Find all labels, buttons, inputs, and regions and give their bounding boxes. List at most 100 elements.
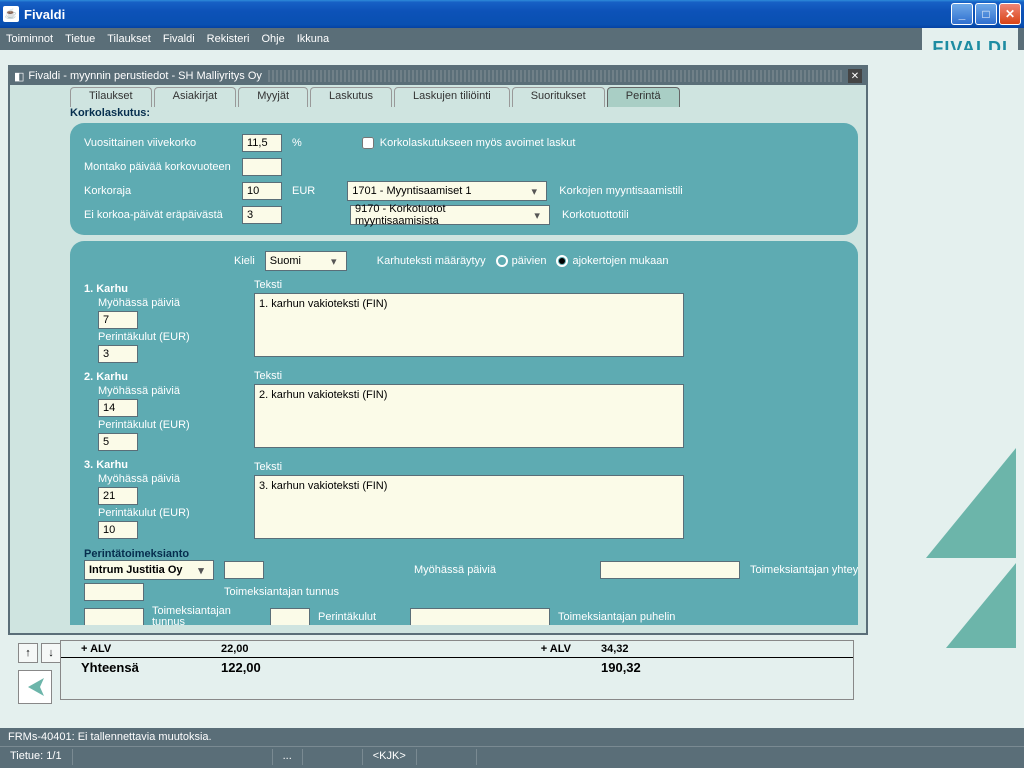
menu-tietue[interactable]: Tietue [65,33,95,45]
karhu2-text-input[interactable] [254,384,684,448]
perinta-provider-select[interactable]: Intrum Justitia Oy▾ [84,560,214,580]
viivekorko-label: Vuosittainen viivekorko [84,137,242,149]
tab-suoritukset[interactable]: Suoritukset [512,87,605,107]
karhu1-cost-label: Perintäkulut (EUR) [98,331,244,343]
chevron-down-icon: ▾ [326,255,342,268]
karhu1-cost-input[interactable] [98,345,138,363]
karhu2-late-label: Myöhässä päiviä [98,385,244,397]
menu-ikkuna[interactable]: Ikkuna [297,33,329,45]
window-title: Fivaldi [24,7,951,22]
karhu2-cost-input[interactable] [98,433,138,451]
karhu3-text-label: Teksti [254,461,844,473]
window-titlebar: ☕ Fivaldi _ □ ✕ [0,0,1024,28]
karhu-panel: Kieli Suomi▾ Karhuteksti määräytyy päivi… [70,241,858,625]
korkolaskutus-panel: Vuosittainen viivekorko % Korkolaskutuks… [70,123,858,235]
perinta-title: Perintätoimeksianto [84,548,844,560]
karhu2-late-input[interactable] [98,399,138,417]
perinta-late-small[interactable] [224,561,264,579]
karhu1-late-label: Myöhässä päiviä [98,297,244,309]
karhu3-cost-input[interactable] [98,521,138,539]
menu-rekisteri[interactable]: Rekisteri [207,33,250,45]
viivekorko-input[interactable] [242,134,282,152]
close-button[interactable]: ✕ [999,3,1021,25]
karhu1-late-input[interactable] [98,311,138,329]
myyntisaamistili-select[interactable]: 1701 - Myyntisaamiset 1▾ [347,181,547,201]
korkoraja-input[interactable] [242,182,282,200]
karhu1-title: 1. Karhu [84,283,244,295]
chevron-down-icon: ▾ [526,185,542,198]
eikorkoa-label: Ei korkoa-päivät eräpäivästä [84,209,242,221]
inner-titlebar: ◧ Fivaldi - myynnin perustiedot - SH Mal… [10,67,866,85]
alv-value1: 22,00 [221,643,371,655]
korkoraja-label: Korkoraja [84,185,242,197]
karhu1-text-input[interactable] [254,293,684,357]
inner-window-title: Fivaldi - myynnin perustiedot - SH Malli… [28,70,262,82]
alv-value2: 34,32 [601,643,629,655]
down-icon[interactable]: ↓ [41,643,61,663]
eikorkoa-input[interactable] [242,206,282,224]
karhu3-title: 3. Karhu [84,459,244,471]
decor-shape [896,448,1016,668]
kieli-select[interactable]: Suomi▾ [265,251,347,271]
tunnus-label: Toimeksiantajan tunnus [152,606,262,625]
tab-tilaukset[interactable]: Tilaukset [70,87,152,107]
status-tietue: Tietue: 1/1 [0,749,73,765]
inner-close-button[interactable]: ✕ [848,69,862,83]
tab-laskutus[interactable]: Laskutus [310,87,392,107]
myyntisaamistili-label: Korkojen myyntisaamistili [559,185,682,197]
karhu3-text-input[interactable] [254,475,684,539]
karhu1-text-label: Teksti [254,279,844,291]
korkovuoteen-input[interactable] [242,158,282,176]
perinta-yht-label: Toimeksiantajan yhteyshenkilö [750,564,858,576]
karhu2-title: 2. Karhu [84,371,244,383]
puhelin-input[interactable] [410,608,550,625]
chevron-down-icon: ▾ [193,564,209,577]
total-value2: 190,32 [601,660,641,675]
korkovuoteen-label: Montako päivää korkovuoteen [84,161,242,173]
alv-label2: + ALV [371,643,601,655]
status-message: FRMs-40401: Ei tallennettavia muutoksia. [0,728,1024,747]
karhuteksti-label: Karhuteksti määräytyy [377,255,486,267]
karhu3-late-input[interactable] [98,487,138,505]
perinta-late-input[interactable] [600,561,740,579]
korkotuottotili-label: Korkotuottotili [562,209,629,221]
app-body: 💾 ⮌ K ◧ Fivaldi - myynnin perustiedot - … [0,50,1024,728]
tab-tilointi[interactable]: Laskujen tiliöinti [394,87,510,107]
kieli-label: Kieli [234,255,255,267]
menu-toiminnot[interactable]: Toiminnot [6,33,53,45]
tab-myyjat[interactable]: Myyjät [238,87,308,107]
status-dots: ... [273,749,303,765]
karhu3-late-label: Myöhässä päiviä [98,473,244,485]
minimize-button[interactable]: _ [951,3,973,25]
inner-window: ◧ Fivaldi - myynnin perustiedot - SH Mal… [8,65,868,635]
korkoraja-unit: EUR [292,185,315,197]
totals-panel: + ALV 22,00 + ALV 34,32 Yhteensä 122,00 … [60,640,854,700]
radio-ajokertojen[interactable]: ajokertojen mukaan [556,255,668,267]
total-value1: 122,00 [221,660,371,675]
menu-tilaukset[interactable]: Tilaukset [107,33,151,45]
maximize-button[interactable]: □ [975,3,997,25]
karhu2-text-label: Teksti [254,370,844,382]
menu-fivaldi[interactable]: Fivaldi [163,33,195,45]
status-kjk: <KJK> [363,749,417,765]
chevron-down-icon: ▾ [529,209,545,222]
total-label: Yhteensä [81,660,221,675]
nav-arrow-icon[interactable] [18,670,52,704]
korkotuottotili-select[interactable]: 9170 - Korkotuotot myyntisaamisista▾ [350,205,550,225]
perinta-tunnus-field[interactable] [84,608,144,625]
java-icon: ☕ [3,6,19,22]
up-icon[interactable]: ↑ [18,643,38,663]
menu-bar: Toiminnot Tietue Tilaukset Fivaldi Rekis… [0,28,1024,50]
perinta-cost-field[interactable] [270,608,310,625]
puhelin-label: Toimeksiantajan puhelin [558,611,675,623]
tab-asiakirjat[interactable]: Asiakirjat [154,87,237,107]
radio-paivien[interactable]: päivien [496,255,547,267]
karhu2-cost-label: Perintäkulut (EUR) [98,419,244,431]
status-bar: FRMs-40401: Ei tallennettavia muutoksia.… [0,728,1024,768]
menu-ohje[interactable]: Ohje [261,33,284,45]
avoimet-laskut-checkbox[interactable] [362,137,374,149]
perinta-section: Perintätoimeksianto Intrum Justitia Oy▾ … [84,548,844,625]
perinta-tunnus-input[interactable] [84,583,144,601]
tab-perinta[interactable]: Perintä [607,87,680,107]
cost-label: Perintäkulut [318,611,402,623]
